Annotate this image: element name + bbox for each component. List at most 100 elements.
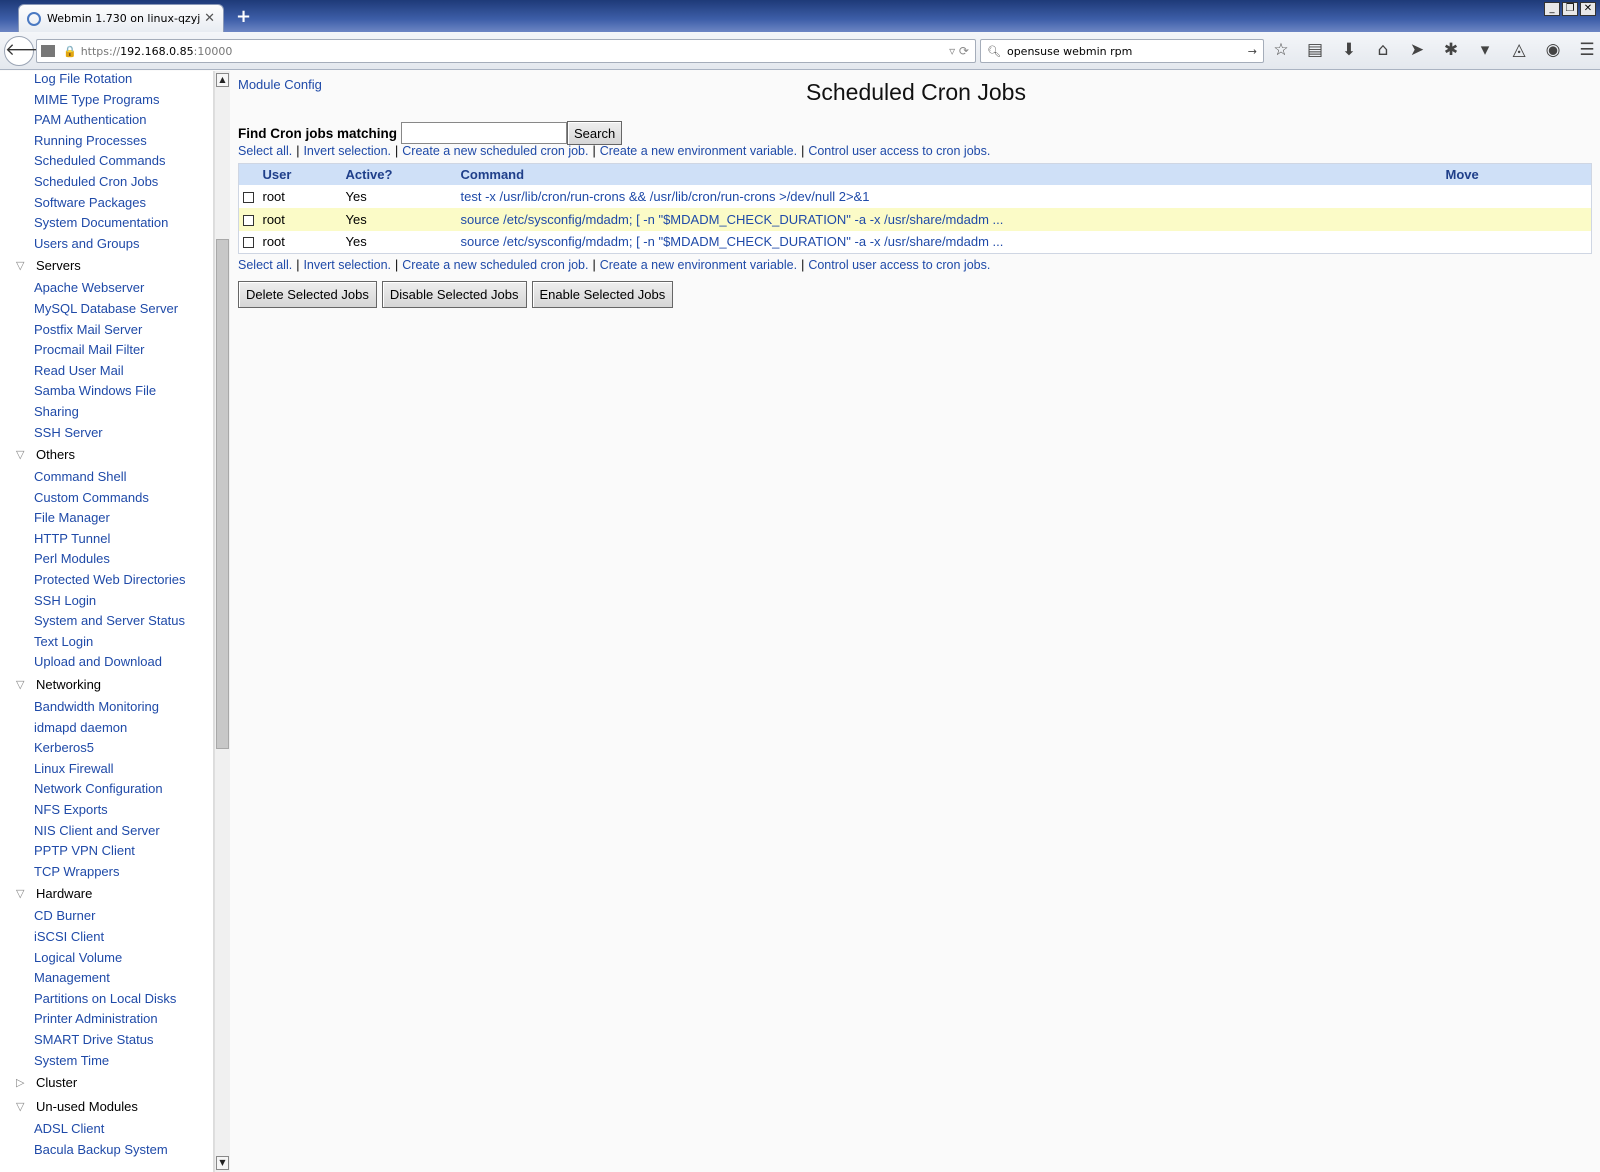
sidebar-item[interactable]: Samba Windows File <box>10 381 210 402</box>
sidebar-item[interactable]: Postfix Mail Server <box>10 320 210 341</box>
site-identity-icon[interactable] <box>41 45 55 57</box>
sidebar-item[interactable]: Logical Volume <box>10 948 210 969</box>
sidebar-category[interactable]: ▷ Cluster <box>10 1071 210 1095</box>
sidebar-item[interactable]: Protected Web Directories <box>10 570 210 591</box>
search-go-icon[interactable]: → <box>1248 45 1263 58</box>
create-env-variable-link[interactable]: Create a new environment variable. <box>600 258 797 272</box>
sidebar-item[interactable]: System Time <box>10 1051 210 1072</box>
sidebar-item[interactable]: NFS Exports <box>10 800 210 821</box>
sidebar-item[interactable]: Kerberos5 <box>10 738 210 759</box>
menu-icon[interactable]: ☰ <box>1576 40 1598 60</box>
find-cron-input[interactable] <box>401 122 567 144</box>
sidebar-item[interactable]: NIS Client and Server <box>10 821 210 842</box>
sidebar-item[interactable]: ADSL Client <box>10 1119 210 1140</box>
row-checkbox[interactable] <box>243 191 254 203</box>
address-bar[interactable]: 🔒 https://192.168.0.85:10000 ▿ ⟳ <box>36 39 976 63</box>
dropdown-icon[interactable]: ▾ <box>1474 40 1496 60</box>
sidebar-item[interactable]: Linux Firewall <box>10 759 210 780</box>
select-all-link[interactable]: Select all. <box>238 258 292 272</box>
sidebar-item[interactable]: Sharing <box>10 402 210 423</box>
control-user-access-link[interactable]: Control user access to cron jobs. <box>808 258 990 272</box>
delete-selected-jobs-button[interactable]: Delete Selected Jobs <box>238 281 377 308</box>
browser-tab[interactable]: Webmin 1.730 on linux-qzyj.s... ✕ <box>18 4 224 32</box>
reload-icon[interactable]: ▿ ⟳ <box>949 44 975 58</box>
sidebar-item[interactable]: Custom Commands <box>10 488 210 509</box>
close-window-icon[interactable]: ✕ <box>1580 2 1596 16</box>
disable-selected-jobs-button[interactable]: Disable Selected Jobs <box>381 281 527 308</box>
sidebar-category[interactable]: ▽ Hardware <box>10 882 210 906</box>
sidebar-item[interactable]: Running Processes <box>10 131 210 152</box>
scroll-up-icon[interactable]: ▲ <box>216 73 229 87</box>
new-tab-button[interactable]: + <box>236 6 251 27</box>
home-icon[interactable]: ⌂ <box>1372 40 1394 60</box>
sidebar-item[interactable]: Bandwidth Monitoring <box>10 697 210 718</box>
enable-selected-jobs-button[interactable]: Enable Selected Jobs <box>531 281 674 308</box>
row-checkbox[interactable] <box>243 214 254 226</box>
sidebar-item[interactable]: Users and Groups <box>10 234 210 255</box>
search-button[interactable]: Search <box>567 121 623 145</box>
sidebar-item[interactable]: Scheduled Cron Jobs <box>10 172 210 193</box>
sidebar-item[interactable]: idmapd daemon <box>10 718 210 739</box>
scroll-down-icon[interactable]: ▼ <box>216 1156 229 1170</box>
minimize-icon[interactable]: _ <box>1544 2 1560 16</box>
row-command-link[interactable]: source /etc/sysconfig/mdadm; [ -n "$MDAD… <box>461 234 1004 249</box>
sidebar-item[interactable]: Log File Rotation <box>10 71 210 90</box>
sidebar-category[interactable]: ▽ Networking <box>10 673 210 697</box>
sidebar-item[interactable]: Software Packages <box>10 193 210 214</box>
search-bar[interactable]: 🔍︎ opensuse webmin rpm → <box>980 39 1264 63</box>
select-all-link[interactable]: Select all. <box>238 144 292 158</box>
sidebar-item[interactable]: MIME Type Programs <box>10 90 210 111</box>
sidebar-item[interactable]: Command Shell <box>10 467 210 488</box>
addon-icon[interactable]: ✱ <box>1440 40 1462 60</box>
create-cron-job-link[interactable]: Create a new scheduled cron job. <box>402 144 588 158</box>
sidebar-item[interactable]: MySQL Database Server <box>10 299 210 320</box>
lock-icon[interactable]: 🔒 <box>63 45 77 58</box>
sidebar-item[interactable]: System Documentation <box>10 213 210 234</box>
create-env-variable-link[interactable]: Create a new environment variable. <box>600 144 797 158</box>
sidebar-item[interactable]: CD Burner <box>10 906 210 927</box>
sidebar-category[interactable]: ▽ Un-used Modules <box>10 1095 210 1119</box>
sidebar-category[interactable]: ▽ Servers <box>10 254 210 278</box>
send-icon[interactable]: ➤ <box>1406 40 1428 60</box>
sidebar-item[interactable]: Scheduled Commands <box>10 151 210 172</box>
sidebar-item[interactable]: System and Server Status <box>10 611 210 632</box>
row-checkbox[interactable] <box>243 237 254 249</box>
sidebar-item[interactable]: SSH Login <box>10 591 210 612</box>
sidebar-item[interactable]: PPTP VPN Client <box>10 841 210 862</box>
bookmark-star-icon[interactable]: ☆ <box>1270 40 1292 60</box>
scroll-thumb[interactable] <box>216 239 229 749</box>
invert-selection-link[interactable]: Invert selection. <box>303 258 391 272</box>
sidebar-item[interactable]: HTTP Tunnel <box>10 529 210 550</box>
row-command-link[interactable]: source /etc/sysconfig/mdadm; [ -n "$MDAD… <box>461 212 1004 227</box>
sidebar-category[interactable]: ▽ Others <box>10 443 210 467</box>
sidebar-item[interactable]: SSH Server <box>10 423 210 444</box>
sidebar-item[interactable]: iSCSI Client <box>10 927 210 948</box>
restore-icon[interactable]: ❐ <box>1562 2 1578 16</box>
sidebar-item[interactable]: Printer Administration <box>10 1009 210 1030</box>
sidebar-item[interactable]: Text Login <box>10 632 210 653</box>
sidebar-item[interactable]: SMART Drive Status <box>10 1030 210 1051</box>
control-user-access-link[interactable]: Control user access to cron jobs. <box>808 144 990 158</box>
back-button[interactable]: 🡐 <box>4 36 51 66</box>
sidebar-item[interactable]: Bacula Backup System <box>10 1140 210 1161</box>
sidebar-item[interactable]: Network Configuration <box>10 779 210 800</box>
create-cron-job-link[interactable]: Create a new scheduled cron job. <box>402 258 588 272</box>
sidebar-item[interactable]: Perl Modules <box>10 549 210 570</box>
sidebar-item[interactable]: Read User Mail <box>10 361 210 382</box>
sync-icon[interactable]: ◉ <box>1542 40 1564 60</box>
row-command-link[interactable]: test -x /usr/lib/cron/run-crons && /usr/… <box>461 189 870 204</box>
sidebar-item[interactable]: TCP Wrappers <box>10 862 210 883</box>
download-icon[interactable]: ⬇ <box>1338 40 1360 60</box>
sidebar-item[interactable]: Upload and Download <box>10 652 210 673</box>
sidebar-scrollbar[interactable]: ▲ ▼ <box>214 71 230 1172</box>
sidebar-item[interactable]: Partitions on Local Disks <box>10 989 210 1010</box>
sidebar-item[interactable]: Apache Webserver <box>10 278 210 299</box>
reading-list-icon[interactable]: ▤ <box>1304 40 1326 60</box>
sidebar-item[interactable]: File Manager <box>10 508 210 529</box>
sidebar-item[interactable]: Management <box>10 968 210 989</box>
sidebar-item[interactable]: Procmail Mail Filter <box>10 340 210 361</box>
tab-close-icon[interactable]: ✕ <box>204 11 215 26</box>
pocket-icon[interactable]: ◬ <box>1508 40 1530 60</box>
invert-selection-link[interactable]: Invert selection. <box>303 144 391 158</box>
sidebar-item[interactable]: PAM Authentication <box>10 110 210 131</box>
